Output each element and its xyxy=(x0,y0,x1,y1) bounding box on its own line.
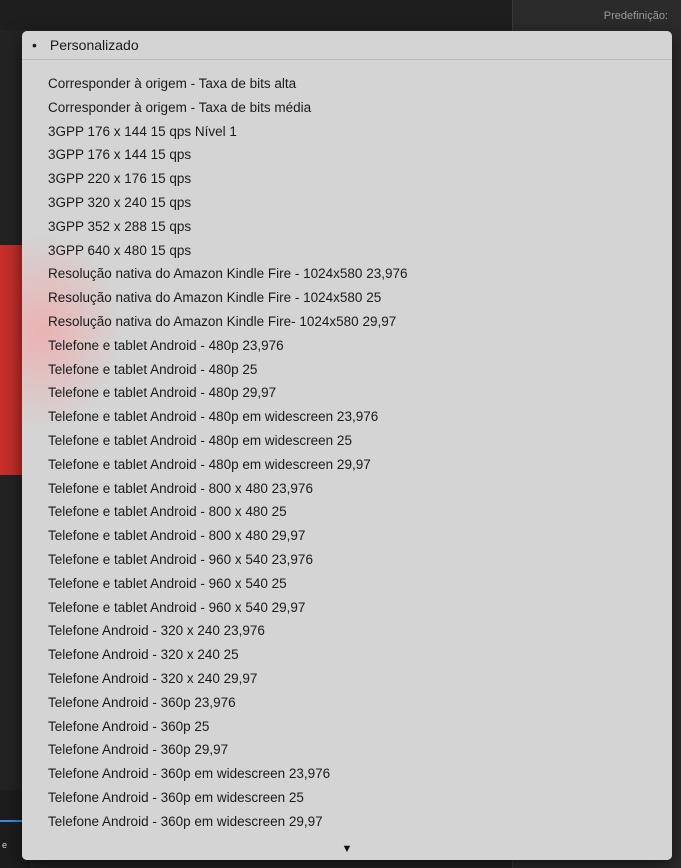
menu-item[interactable]: 3GPP 640 x 480 15 qps xyxy=(22,239,672,263)
menu-item[interactable]: 3GPP 220 x 176 15 qps xyxy=(22,167,672,191)
bottom-panel-letter: e xyxy=(2,840,8,850)
menu-item[interactable]: Telefone Android - 320 x 240 25 xyxy=(22,643,672,667)
menu-item[interactable]: Telefone Android - 360p em widescreen 29… xyxy=(22,810,672,834)
menu-item[interactable]: Telefone e tablet Android - 480p em wide… xyxy=(22,405,672,429)
menu-item[interactable]: Telefone e tablet Android - 800 x 480 25 xyxy=(22,500,672,524)
menu-item[interactable]: 3GPP 320 x 240 15 qps xyxy=(22,191,672,215)
menu-item[interactable]: Telefone e tablet Android - 480p 23,976 xyxy=(22,334,672,358)
menu-item[interactable]: Resolução nativa do Amazon Kindle Fire- … xyxy=(22,310,672,334)
app-window: Predefinição: e • Personalizado Correspo… xyxy=(0,0,681,868)
menu-item[interactable]: Telefone e tablet Android - 480p 25 xyxy=(22,358,672,382)
menu-item[interactable]: Telefone e tablet Android - 960 x 540 23… xyxy=(22,548,672,572)
menu-item[interactable]: Corresponder à origem - Taxa de bits alt… xyxy=(22,72,672,96)
top-toolbar-background xyxy=(0,0,520,30)
scroll-down-button[interactable]: ▼ xyxy=(22,838,672,860)
menu-item[interactable]: 3GPP 176 x 144 15 qps Nível 1 xyxy=(22,120,672,144)
menu-item[interactable]: 3GPP 176 x 144 15 qps xyxy=(22,143,672,167)
menu-item[interactable]: 3GPP 352 x 288 15 qps xyxy=(22,215,672,239)
menu-item[interactable]: Telefone e tablet Android - 800 x 480 23… xyxy=(22,477,672,501)
menu-item[interactable]: Telefone Android - 360p 23,976 xyxy=(22,691,672,715)
menu-item[interactable]: Telefone Android - 320 x 240 23,976 xyxy=(22,619,672,643)
menu-item[interactable]: Resolução nativa do Amazon Kindle Fire -… xyxy=(22,262,672,286)
menu-item[interactable]: Telefone e tablet Android - 960 x 540 25 xyxy=(22,572,672,596)
menu-item[interactable]: Telefone Android - 360p em widescreen 23… xyxy=(22,762,672,786)
menu-item[interactable]: Resolução nativa do Amazon Kindle Fire -… xyxy=(22,286,672,310)
selected-bullet-icon: • xyxy=(32,37,37,53)
preset-label: Predefinição: xyxy=(603,10,668,22)
menu-item[interactable]: Telefone e tablet Android - 800 x 480 29… xyxy=(22,524,672,548)
scroll-down-arrow-icon: ▼ xyxy=(341,843,353,855)
menu-item[interactable]: Telefone Android - 360p 25 xyxy=(22,715,672,739)
menu-item-selected[interactable]: • Personalizado xyxy=(22,31,672,60)
menu-item[interactable]: Telefone e tablet Android - 960 x 540 29… xyxy=(22,596,672,620)
menu-item[interactable]: Corresponder à origem - Taxa de bits méd… xyxy=(22,96,672,120)
menu-item-list: Corresponder à origem - Taxa de bits alt… xyxy=(22,60,672,857)
preset-dropdown-menu[interactable]: • Personalizado Corresponder à origem - … xyxy=(22,31,672,860)
timeline-indicator xyxy=(0,820,22,822)
menu-item[interactable]: Telefone Android - 320 x 240 29,97 xyxy=(22,667,672,691)
menu-item[interactable]: Telefone e tablet Android - 480p em wide… xyxy=(22,429,672,453)
menu-item[interactable]: Telefone Android - 360p 29,97 xyxy=(22,738,672,762)
menu-item[interactable]: Telefone e tablet Android - 480p em wide… xyxy=(22,453,672,477)
selected-item-label: Personalizado xyxy=(49,37,139,53)
menu-item[interactable]: Telefone e tablet Android - 480p 29,97 xyxy=(22,381,672,405)
menu-item[interactable]: Telefone Android - 360p em widescreen 25 xyxy=(22,786,672,810)
